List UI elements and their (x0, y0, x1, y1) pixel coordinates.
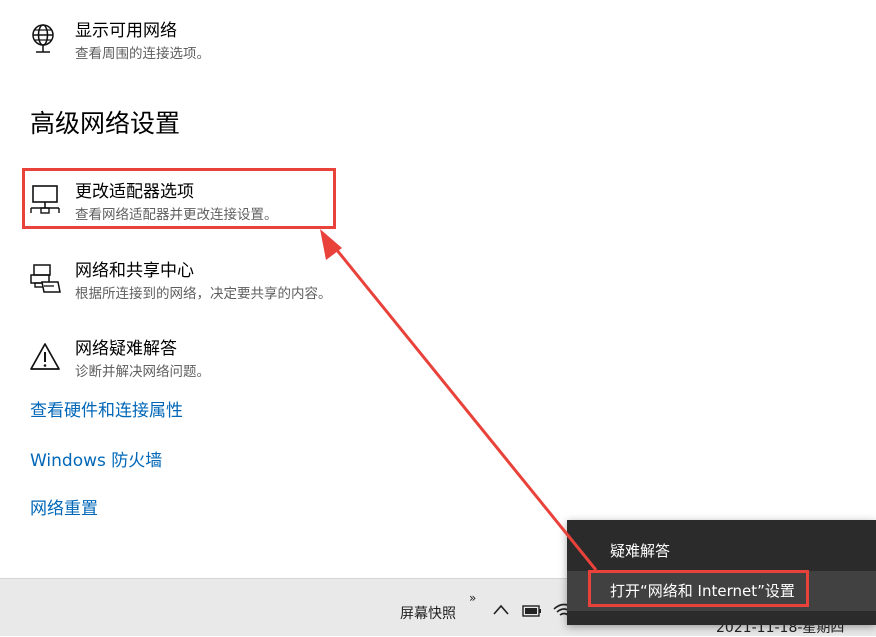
chevron-up-icon[interactable] (492, 603, 510, 617)
sharing-center-option[interactable]: 网络和共享中心 根据所连接到的网络，决定要共享的内容。 (26, 260, 446, 316)
troubleshoot-desc: 诊断并解决网络问题。 (75, 364, 210, 380)
show-networks-desc: 查看周围的连接选项。 (75, 46, 210, 62)
show-networks-title: 显示可用网络 (75, 21, 177, 41)
sharing-center-icon (30, 264, 61, 293)
network-settings-panel: 显示可用网络 查看周围的连接选项。 高级网络设置 更改适配器选项 查看网络适配器… (0, 0, 876, 578)
network-reset-link[interactable]: 网络重置 (30, 498, 98, 520)
warning-icon (30, 343, 60, 370)
adapter-option-highlight (22, 168, 336, 229)
open-settings-highlight (588, 570, 809, 607)
troubleshoot-title: 网络疑难解答 (75, 339, 177, 359)
taskbar-screenshot-label[interactable]: 屏幕快照 (400, 603, 456, 623)
taskbar-chevron[interactable]: » (469, 591, 476, 605)
troubleshoot-option[interactable]: 网络疑难解答 诊断并解决网络问题。 (26, 338, 446, 394)
windows-firewall-link[interactable]: Windows 防火墙 (30, 450, 162, 472)
advanced-network-settings-heading: 高级网络设置 (30, 109, 181, 138)
battery-icon[interactable] (522, 605, 542, 617)
hardware-properties-link[interactable]: 查看硬件和连接属性 (30, 400, 183, 422)
show-networks-option[interactable]: 显示可用网络 查看周围的连接选项。 (26, 20, 446, 76)
globe-icon (32, 24, 54, 53)
sharing-center-desc: 根据所连接到的网络，决定要共享的内容。 (75, 286, 332, 302)
menu-item-troubleshoot[interactable]: 疑难解答 (567, 531, 876, 571)
sharing-center-title: 网络和共享中心 (75, 261, 194, 281)
